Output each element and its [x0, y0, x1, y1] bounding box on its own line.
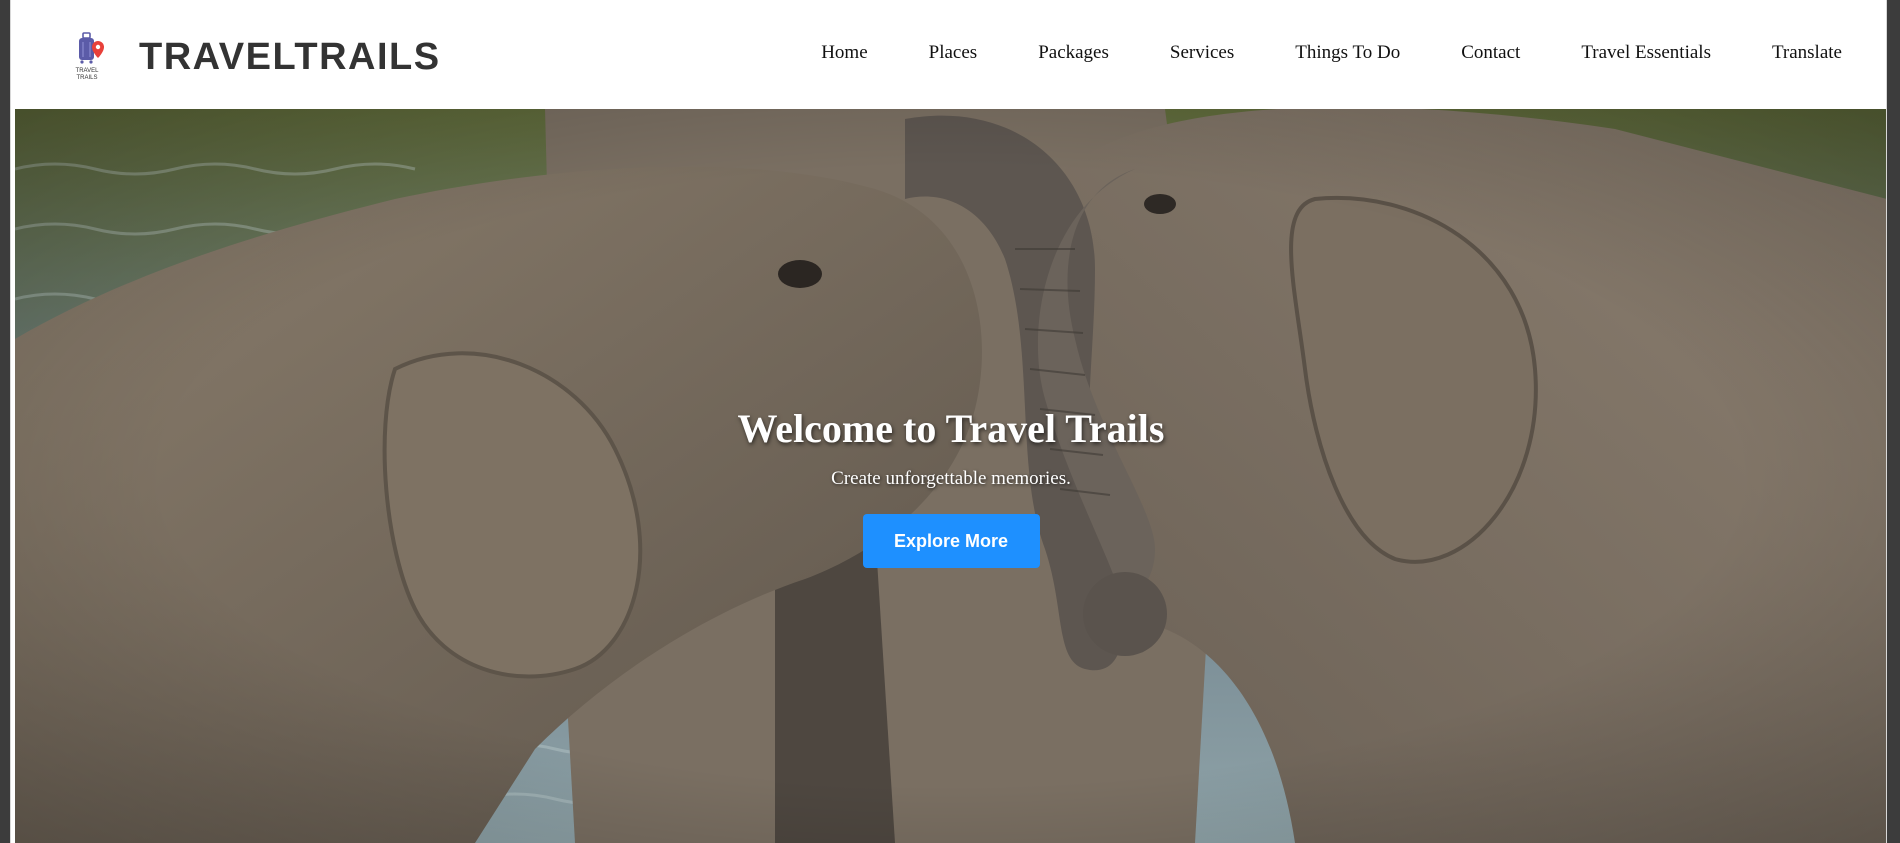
svg-text:TRAVEL: TRAVEL	[76, 68, 100, 74]
explore-more-button[interactable]: Explore More	[862, 514, 1040, 568]
svg-text:TRAILS: TRAILS	[76, 75, 97, 81]
nav-things-to-do[interactable]: Things To Do	[1295, 42, 1400, 64]
hero-title: Welcome to Travel Trails	[737, 406, 1165, 451]
brand[interactable]: TRAVEL TRAILS TRAVELTRAILS	[71, 32, 441, 82]
navbar: TRAVEL TRAILS TRAVELTRAILS Home Places P…	[11, 0, 1886, 109]
nav-packages[interactable]: Packages	[1038, 42, 1109, 64]
browser-frame: TRAVEL TRAILS TRAVELTRAILS Home Places P…	[0, 0, 1900, 843]
suitcase-pin-logo-icon: TRAVEL TRAILS	[71, 32, 111, 82]
brand-name: TRAVELTRAILS	[139, 35, 441, 78]
hero-section: Welcome to Travel Trails Create unforget…	[15, 109, 1886, 843]
nav-contact[interactable]: Contact	[1461, 42, 1520, 64]
main-nav: Home Places Packages Services Things To …	[821, 42, 1842, 64]
nav-translate[interactable]: Translate	[1772, 42, 1842, 64]
page: TRAVEL TRAILS TRAVELTRAILS Home Places P…	[10, 0, 1887, 843]
nav-travel-essentials[interactable]: Travel Essentials	[1581, 42, 1711, 64]
nav-home[interactable]: Home	[821, 42, 867, 64]
nav-services[interactable]: Services	[1170, 42, 1234, 64]
hero-subtitle: Create unforgettable memories.	[831, 468, 1071, 489]
nav-places[interactable]: Places	[929, 42, 978, 64]
hero-content: Welcome to Travel Trails Create unforget…	[15, 405, 1886, 568]
